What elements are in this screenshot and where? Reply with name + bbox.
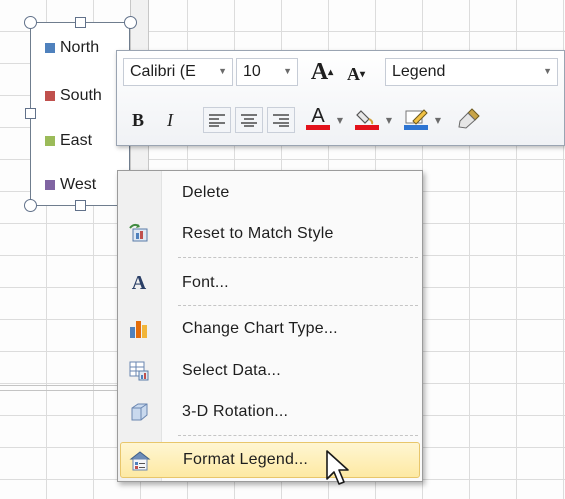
resize-handle-left[interactable] bbox=[25, 108, 36, 119]
legend-swatch bbox=[45, 43, 55, 53]
resize-handle-top-left[interactable] bbox=[24, 16, 37, 29]
font-size-combobox[interactable]: 10 ▼ bbox=[236, 58, 298, 86]
rotation-3d-icon bbox=[128, 401, 150, 423]
menu-item-label: Select Data... bbox=[182, 362, 281, 379]
align-right-icon bbox=[273, 114, 289, 127]
menu-item-3d-rotation[interactable]: 3-D Rotation... bbox=[120, 394, 420, 430]
menu-item-reset-to-match-style[interactable]: Reset to Match Style bbox=[120, 216, 420, 252]
legend-entry-east[interactable]: East bbox=[45, 131, 92, 151]
fill-color-button[interactable] bbox=[352, 105, 382, 131]
select-data-icon bbox=[128, 360, 150, 382]
shrink-font-icon: A bbox=[346, 63, 360, 84]
resize-handle-bottom-left[interactable] bbox=[24, 199, 37, 212]
fill-color-dropdown[interactable]: ▼ bbox=[383, 107, 395, 133]
legend-label: North bbox=[60, 39, 100, 56]
chart-border-line bbox=[0, 390, 117, 391]
pencil-outline-icon bbox=[405, 108, 428, 125]
bold-icon: B bbox=[131, 109, 144, 130]
chevron-down-icon[interactable]: ▼ bbox=[543, 66, 552, 76]
menu-item-change-chart-type[interactable]: Change Chart Type... bbox=[120, 311, 420, 347]
chart-border-line bbox=[0, 385, 117, 386]
line-color-button[interactable] bbox=[401, 105, 431, 131]
align-center-icon bbox=[241, 114, 257, 127]
menu-separator bbox=[178, 257, 418, 258]
chevron-down-icon: ▼ bbox=[385, 115, 393, 125]
legend-swatch bbox=[45, 91, 55, 101]
paint-bucket-icon bbox=[356, 109, 374, 124]
context-menu: Delete Reset to Match Style A Font... Ch… bbox=[117, 170, 423, 482]
menu-item-label: 3-D Rotation... bbox=[182, 403, 289, 420]
italic-button[interactable]: I bbox=[157, 107, 183, 133]
font-icon: A bbox=[128, 272, 150, 294]
font-size-value: 10 bbox=[243, 63, 261, 80]
menu-item-font[interactable]: A Font... bbox=[120, 265, 420, 301]
legend-swatch bbox=[45, 136, 55, 146]
font-color-dropdown[interactable]: ▼ bbox=[334, 107, 346, 133]
line-color-dropdown[interactable]: ▼ bbox=[432, 107, 444, 133]
shrink-font-button[interactable]: A ▾ bbox=[341, 61, 371, 87]
legend-entry-south[interactable]: South bbox=[45, 86, 102, 106]
line-color-bar bbox=[404, 124, 428, 130]
menu-item-label: Reset to Match Style bbox=[182, 225, 334, 242]
legend-entry-west[interactable]: West bbox=[45, 175, 96, 195]
resize-handle-top-right[interactable] bbox=[124, 16, 137, 29]
chevron-down-icon: ▼ bbox=[336, 115, 344, 125]
font-name-value: Calibri (E bbox=[130, 63, 196, 80]
font-name-combobox[interactable]: Calibri (E ▼ bbox=[123, 58, 233, 86]
resize-handle-bottom[interactable] bbox=[75, 200, 86, 211]
legend-label: West bbox=[60, 176, 97, 193]
chart-legend[interactable]: North South East West bbox=[30, 22, 130, 206]
font-color-icon: A bbox=[311, 104, 325, 127]
legend-swatch bbox=[45, 180, 55, 190]
chevron-down-icon[interactable]: ▼ bbox=[283, 66, 292, 76]
chart-element-selector[interactable]: Legend ▼ bbox=[385, 58, 558, 86]
align-left-button[interactable] bbox=[203, 107, 231, 133]
menu-separator bbox=[178, 305, 418, 306]
legend-label: South bbox=[60, 87, 102, 104]
fill-color-bar bbox=[355, 124, 379, 130]
legend-label: East bbox=[60, 132, 93, 149]
grow-font-button[interactable]: A ▴ bbox=[305, 59, 339, 85]
menu-item-delete[interactable]: Delete bbox=[120, 175, 420, 211]
font-icon-glyph: A bbox=[131, 271, 147, 294]
chart-type-icon bbox=[128, 318, 150, 340]
menu-item-select-data[interactable]: Select Data... bbox=[120, 353, 420, 389]
menu-separator bbox=[178, 435, 418, 436]
font-color-button[interactable]: A bbox=[303, 105, 333, 131]
format-legend-icon bbox=[129, 450, 151, 472]
format-painter-button[interactable] bbox=[454, 105, 484, 131]
resize-handle-top[interactable] bbox=[75, 17, 86, 28]
mini-formatting-toolbar: Calibri (E ▼ 10 ▼ A▴ A▾ Legend ▼ B I A bbox=[116, 50, 565, 146]
align-center-button[interactable] bbox=[235, 107, 263, 133]
reset-style-icon bbox=[128, 223, 150, 245]
menu-item-label: Delete bbox=[182, 184, 230, 201]
font-color-bar bbox=[306, 124, 330, 130]
mouse-pointer-icon bbox=[326, 450, 349, 485]
legend-entry-north[interactable]: North bbox=[45, 38, 99, 58]
grow-font-icon: A bbox=[310, 58, 329, 85]
menu-item-label: Change Chart Type... bbox=[182, 320, 338, 337]
format-painter-brush-icon bbox=[458, 108, 480, 129]
align-right-button[interactable] bbox=[267, 107, 295, 133]
bold-button[interactable]: B bbox=[125, 107, 151, 133]
align-left-icon bbox=[209, 114, 225, 127]
menu-item-format-legend[interactable]: Format Legend... bbox=[120, 442, 420, 478]
italic-icon: I bbox=[167, 109, 173, 130]
chart-element-value: Legend bbox=[392, 63, 446, 80]
chevron-down-icon: ▼ bbox=[434, 115, 442, 125]
menu-item-label: Format Legend... bbox=[183, 451, 309, 468]
menu-item-label: Font... bbox=[182, 274, 229, 291]
chevron-down-icon[interactable]: ▼ bbox=[218, 66, 227, 76]
